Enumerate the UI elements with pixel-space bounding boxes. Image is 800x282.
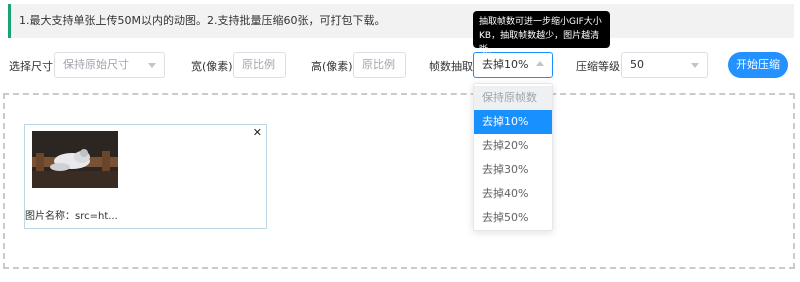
image-thumbnail	[32, 131, 118, 188]
width-label: 宽(像素)	[191, 60, 233, 73]
close-icon[interactable]: ✕	[253, 126, 262, 139]
tooltip-line-1: 抽取帧数可进一步缩小GIF大小	[479, 17, 602, 27]
chevron-up-icon	[536, 61, 544, 66]
level-select-value: 50	[630, 58, 644, 71]
level-select[interactable]: 50	[621, 52, 708, 78]
frame-option[interactable]: 去掉30%	[474, 158, 552, 182]
height-input[interactable]: 原比例	[353, 52, 406, 78]
chevron-down-icon	[691, 63, 699, 68]
height-label: 高(像素)	[311, 60, 353, 73]
frame-option: 保持原帧数	[474, 86, 552, 110]
level-label: 压缩等级	[576, 60, 620, 73]
frame-option[interactable]: 去掉40%	[474, 182, 552, 206]
frame-label: 帧数抽取	[429, 60, 473, 73]
tooltip-line-2: KB，抽取帧数越少，图片越清晰。	[479, 31, 600, 55]
image-card: ✕ 图片名称：src=ht...	[24, 124, 267, 229]
size-select-value: 保持原始尺寸	[63, 58, 129, 71]
height-placeholder: 原比例	[362, 58, 395, 71]
width-input[interactable]: 原比例	[233, 52, 286, 78]
size-label: 选择尺寸	[9, 60, 53, 73]
thumbnail-graphic	[32, 131, 118, 188]
notice-text: 1.最大支持单张上传50M以内的动图。2.支持批量压缩60张，可打包下载。	[19, 14, 386, 27]
frame-dropdown: 保持原帧数 去掉10% 去掉20% 去掉30% 去掉40% 去掉50%	[473, 83, 553, 231]
frame-select-value: 去掉10%	[482, 58, 529, 71]
chevron-down-icon	[148, 63, 156, 68]
frame-option[interactable]: 去掉50%	[474, 206, 552, 230]
frame-option[interactable]: 去掉20%	[474, 134, 552, 158]
start-compress-button[interactable]: 开始压缩	[728, 52, 788, 78]
width-placeholder: 原比例	[242, 58, 275, 71]
frame-option[interactable]: 去掉10%	[474, 110, 552, 134]
size-select[interactable]: 保持原始尺寸	[54, 52, 165, 78]
image-name: 图片名称：src=ht...	[25, 211, 118, 222]
frame-tooltip: 抽取帧数可进一步缩小GIF大小 KB，抽取帧数越少，图片越清晰。	[473, 11, 610, 55]
notice-bar: 1.最大支持单张上传50M以内的动图。2.支持批量压缩60张，可打包下载。	[8, 4, 794, 38]
